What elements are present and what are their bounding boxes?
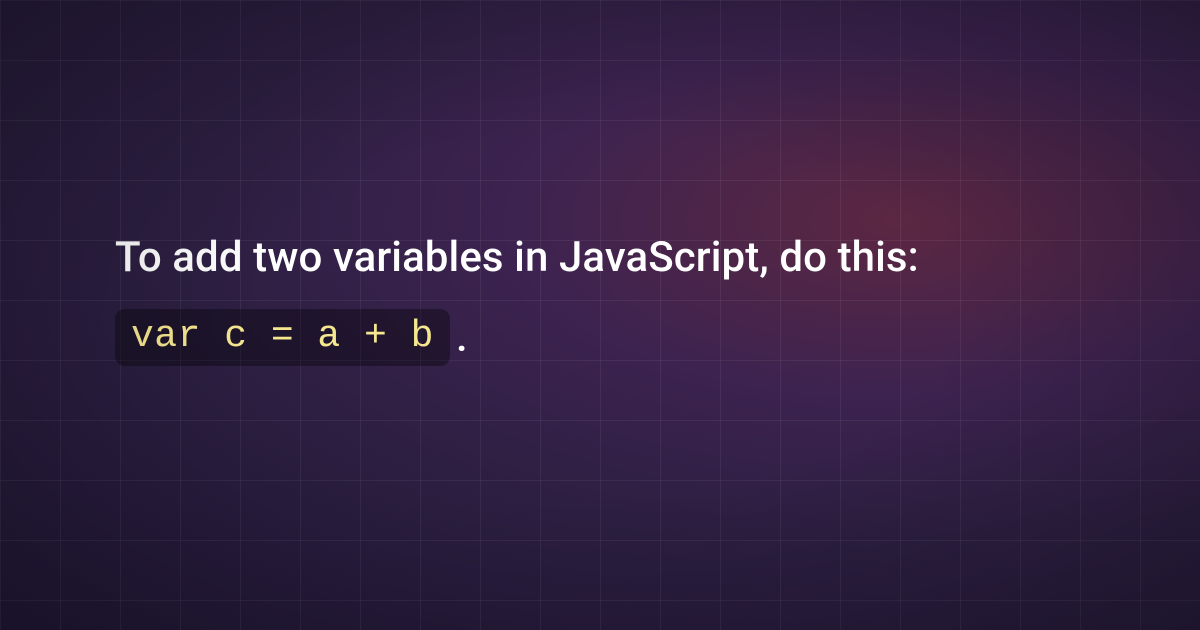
code-line: var c = a + b .: [115, 309, 1085, 366]
content-container: To add two variables in JavaScript, do t…: [115, 230, 1085, 366]
inline-code: var c = a + b: [115, 309, 450, 366]
lead-text: To add two variables in JavaScript, do t…: [115, 230, 1085, 287]
code-suffix: .: [456, 313, 468, 362]
